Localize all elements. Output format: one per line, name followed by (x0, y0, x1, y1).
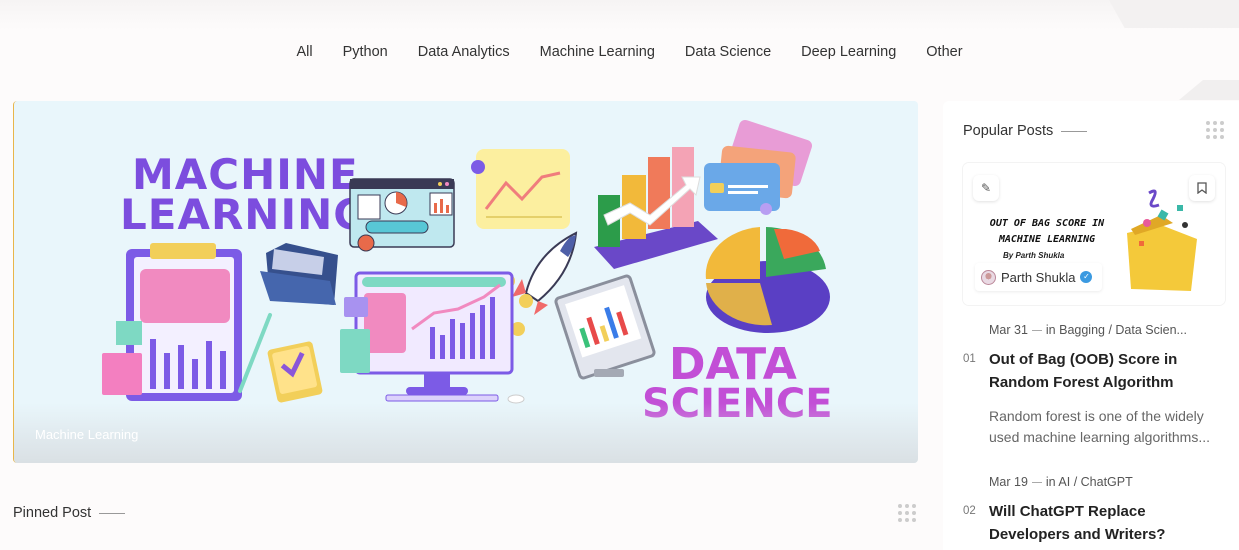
pie-chart-illustration (705, 227, 830, 333)
corner-decoration (1109, 0, 1239, 28)
credit-cards-illustration (704, 119, 812, 215)
post-excerpt: Random forest is one of the widely used … (989, 408, 1211, 445)
bookmark-icon (1197, 182, 1207, 194)
edit-button[interactable]: ✎ (973, 175, 999, 201)
post-date: Mar 31 (989, 323, 1028, 337)
post-title[interactable]: Out of Bag (OOB) Score in Random Forest … (989, 348, 1219, 394)
meta-dash (1031, 330, 1042, 332)
hero-featured-post[interactable]: MACHINE LEARNING DATA SCIENCE (13, 101, 918, 463)
heading-dash (1061, 130, 1088, 132)
pencil-icon: ✎ (980, 181, 992, 195)
meta-dash (1031, 482, 1042, 484)
clipboard-illustration (102, 243, 272, 401)
post-number: 02 (963, 505, 976, 517)
featured-image-title: OUT OF BAG SCORE IN MACHINE LEARNING (989, 218, 1105, 245)
bookmark-button[interactable] (1189, 175, 1215, 201)
popular-posts-title: Popular Posts (963, 123, 1054, 139)
avatar (981, 269, 996, 285)
checklist-illustration (267, 341, 323, 403)
post-date: Mar 19 (989, 475, 1028, 489)
nav-item-python[interactable]: Python (343, 44, 388, 60)
dashboard-window-illustration (349, 178, 455, 252)
verified-check-icon: ✓ (1080, 271, 1093, 283)
popular-posts-heading: Popular Posts (963, 123, 1088, 139)
list-item[interactable]: Mar 19 in AI / ChatGPT 02 Will ChatGPT Re… (963, 475, 1225, 550)
nav-item-machine-learning[interactable]: Machine Learning (540, 44, 655, 60)
art-text-learning: LEARNING (120, 190, 369, 239)
folder-illustration (260, 243, 338, 305)
popular-posts-sidebar: Popular Posts OUT OF BAG SCORE IN MACHIN… (943, 101, 1239, 550)
featured-post-card[interactable]: OUT OF BAG SCORE IN MACHINE LEARNING By … (963, 163, 1225, 305)
post-meta: Mar 31 in Bagging / Data Scien... (989, 323, 1187, 337)
post-number: 01 (963, 353, 976, 365)
featured-image-byline: By Parth Shukla (1003, 251, 1065, 260)
hero-caption-gradient (14, 403, 918, 463)
drag-dots-icon (898, 504, 916, 522)
drag-dots-icon (1206, 121, 1224, 139)
heading-dash (99, 512, 126, 514)
list-item[interactable]: Mar 31 in Bagging / Data Scien... 01 Out … (963, 323, 1225, 453)
trend-card-illustration (471, 149, 570, 229)
category-nav: All Python Data Analytics Machine Learni… (0, 44, 1239, 60)
nav-item-other[interactable]: Other (926, 44, 962, 60)
top-fade (0, 0, 1239, 30)
nav-item-deep-learning[interactable]: Deep Learning (801, 44, 896, 60)
post-category[interactable]: in Bagging / Data Scien... (1046, 323, 1187, 337)
author-chip[interactable]: Parth Shukla ✓ (975, 263, 1103, 291)
author-name: Parth Shukla (1001, 269, 1076, 285)
post-category[interactable]: in AI / ChatGPT (1046, 475, 1133, 489)
3d-bar-chart-illustration (594, 147, 718, 269)
pinned-post-title: Pinned Post (13, 505, 92, 521)
nav-item-data-analytics[interactable]: Data Analytics (418, 44, 510, 60)
post-meta: Mar 19 in AI / ChatGPT (989, 475, 1133, 489)
post-title[interactable]: Will ChatGPT Replace Developers and Writ… (989, 500, 1219, 546)
nav-item-data-science[interactable]: Data Science (685, 44, 771, 60)
pinned-post-heading: Pinned Post (13, 505, 126, 521)
corner-decoration-2 (1179, 80, 1239, 100)
laptop-illustration (554, 274, 656, 380)
hero-category-label[interactable]: Machine Learning (35, 427, 138, 442)
nav-item-all[interactable]: All (296, 44, 312, 60)
monitor-illustration (340, 271, 525, 404)
